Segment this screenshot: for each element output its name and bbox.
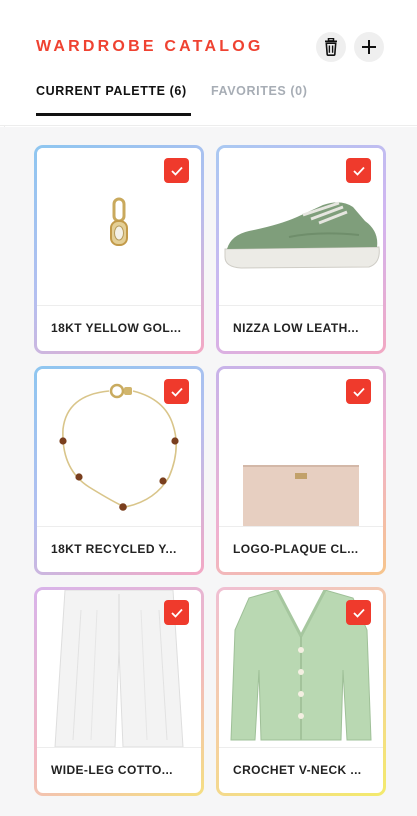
- trash-icon: [325, 38, 337, 56]
- item-card-body: WIDE-LEG COTTO...: [37, 590, 201, 793]
- wardrobe-catalog-panel: WARDROBE CATALOG CURRENT PALETTE (6) FAV…: [0, 0, 417, 816]
- item-label: LOGO-PLAQUE CL...: [233, 542, 359, 556]
- checkmark-icon: [170, 608, 183, 618]
- item-card[interactable]: 18KT YELLOW GOL...: [34, 145, 204, 354]
- checkmark-icon: [170, 166, 183, 176]
- pendant-illustration: [110, 197, 128, 246]
- checkmark-icon: [352, 608, 365, 618]
- item-card-body: LOGO-PLAQUE CL...: [219, 369, 383, 572]
- item-label: 18KT YELLOW GOL...: [51, 321, 182, 335]
- item-card[interactable]: LOGO-PLAQUE CL...: [216, 366, 386, 575]
- item-card[interactable]: CROCHET V-NECK ...: [216, 587, 386, 796]
- item-card[interactable]: NIZZA LOW LEATH...: [216, 145, 386, 354]
- item-card-body: 18KT RECYCLED Y...: [37, 369, 201, 572]
- item-card[interactable]: WIDE-LEG COTTO...: [34, 587, 204, 796]
- header: WARDROBE CATALOG CURRENT PALETTE (6) FAV…: [0, 0, 417, 126]
- item-label: CROCHET V-NECK ...: [233, 763, 362, 777]
- selected-checkbox[interactable]: [164, 600, 189, 625]
- sneaker-illustration: [224, 201, 380, 269]
- item-label: NIZZA LOW LEATH...: [233, 321, 359, 335]
- item-label: 18KT RECYCLED Y...: [51, 542, 177, 556]
- selected-checkbox[interactable]: [346, 600, 371, 625]
- selected-checkbox[interactable]: [164, 379, 189, 404]
- page-title: WARDROBE CATALOG: [36, 38, 264, 55]
- checkmark-icon: [352, 166, 365, 176]
- item-label: WIDE-LEG COTTO...: [51, 763, 173, 777]
- add-item-button[interactable]: [354, 32, 384, 62]
- selected-checkbox[interactable]: [346, 379, 371, 404]
- checkmark-icon: [170, 387, 183, 397]
- item-card-body: CROCHET V-NECK ...: [219, 590, 383, 793]
- checkmark-icon: [352, 387, 365, 397]
- delete-button[interactable]: [316, 32, 346, 62]
- selected-checkbox[interactable]: [346, 158, 371, 183]
- tab-favorites[interactable]: FAVORITES (0): [211, 84, 307, 116]
- plus-icon: [362, 40, 376, 54]
- selected-checkbox[interactable]: [164, 158, 189, 183]
- item-card-body: 18KT YELLOW GOL...: [37, 148, 201, 351]
- item-card-body: NIZZA LOW LEATH...: [219, 148, 383, 351]
- item-card[interactable]: 18KT RECYCLED Y...: [34, 366, 204, 575]
- tab-current-palette[interactable]: CURRENT PALETTE (6): [36, 84, 191, 116]
